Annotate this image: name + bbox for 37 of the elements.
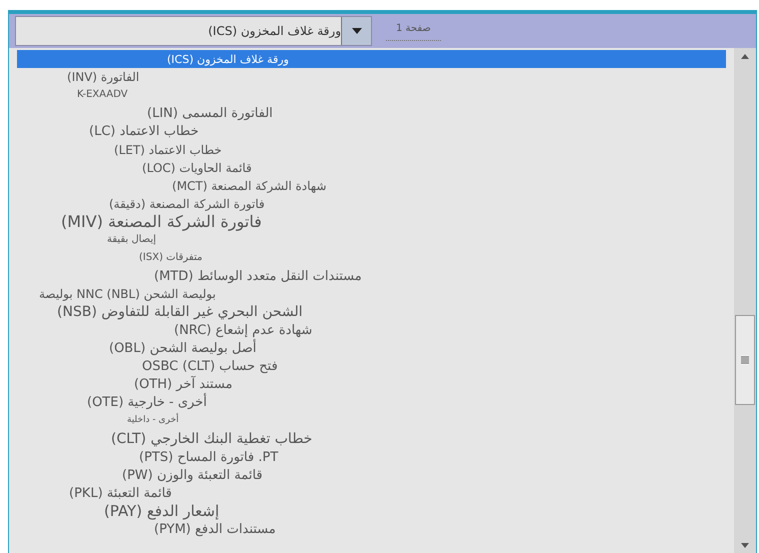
dropdown-value: ورقة غلاف المخزون (ICS) <box>207 23 341 40</box>
page-tab[interactable]: صفحة 1 <box>386 21 441 41</box>
list-item[interactable]: خطاب الاعتماد (LC) <box>17 122 726 140</box>
list-item[interactable]: قائمة التعبئة والوزن (PW) <box>17 466 726 484</box>
scroll-thumb[interactable] <box>735 315 755 405</box>
list-item[interactable]: إيصال بقيقة <box>17 230 726 250</box>
list-item[interactable]: PT. فاتورة المساح (PTS) <box>17 448 726 466</box>
scroll-down-icon[interactable] <box>741 543 749 548</box>
list-item[interactable]: أخرى - داخلية <box>17 412 726 430</box>
list-item[interactable]: فاتورة الشركة المصنعة (دقيقة) <box>17 194 726 213</box>
list-item[interactable]: إشعار الدفع (PAY) <box>17 502 726 520</box>
list-item[interactable]: مستندات النقل متعدد الوسائط (MTD) <box>17 267 726 286</box>
list-item[interactable]: قائمة التعبئة (PKL) <box>17 484 726 502</box>
list-item[interactable]: ورقة غلاف المخزون (ICS) <box>17 50 726 68</box>
dropdown-button[interactable] <box>341 17 371 45</box>
list-item[interactable]: قائمة الحاويات (LOC) <box>17 158 726 177</box>
list-item[interactable]: شهادة الشركة المصنعة (MCT) <box>17 176 726 195</box>
list-item[interactable]: خطاب تغطية البنك الخارجي (CLT) <box>17 430 726 448</box>
list-item[interactable]: أصل بوليصة الشحن (OBL) <box>17 340 726 358</box>
scrollbar[interactable] <box>734 48 756 553</box>
list-item[interactable]: الفاتورة المسمى (LIN) <box>17 104 726 122</box>
list-item[interactable]: فتح حساب (CLT) OSBC <box>17 358 726 376</box>
list-item[interactable]: أخرى - خارجية (OTE) <box>17 394 726 412</box>
list-item[interactable]: بوليصة الشحن (NBL) NNC بوليصة <box>17 285 726 304</box>
caret-icon <box>352 28 362 34</box>
grip-icon <box>741 356 749 364</box>
list-item[interactable]: خطاب الاعتماد (LET) <box>17 140 726 159</box>
list-item[interactable]: الفاتورة (INV) <box>17 68 726 86</box>
list-item[interactable]: K-EXAADV <box>17 86 726 104</box>
list-item[interactable]: متفرقات (ISX) <box>17 249 726 268</box>
scroll-up-icon[interactable] <box>741 54 749 59</box>
list-item[interactable]: شهادة عدم إشعاع (NRC) <box>17 321 726 340</box>
list-item[interactable]: مستند آخر (OTH) <box>17 376 726 394</box>
list-item[interactable]: مستندات الدفع (PYM) <box>17 520 726 539</box>
document-type-dropdown[interactable]: ورقة غلاف المخزون (ICS) <box>15 16 372 46</box>
list-item[interactable]: فاتورة الشركة المصنعة (MIV) <box>17 212 726 231</box>
list-item[interactable]: الشحن البحري غير القابلة للتفاوض (NSB) <box>17 303 726 322</box>
